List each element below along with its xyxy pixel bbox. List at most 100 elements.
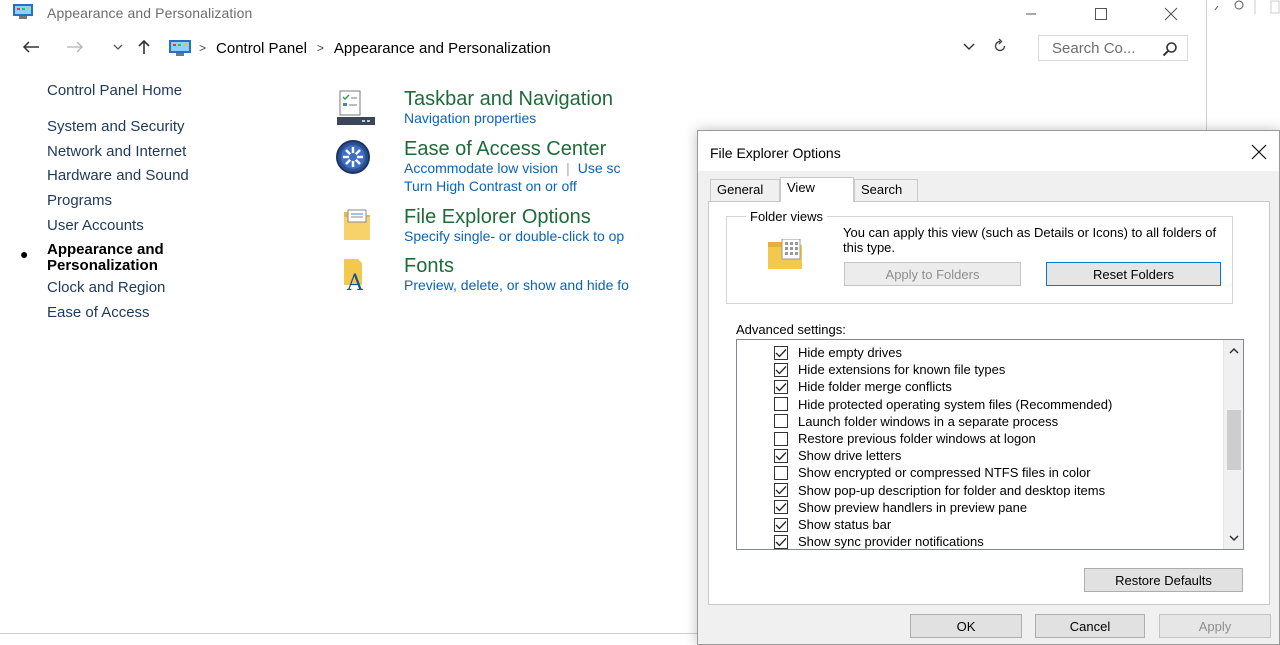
title-bar[interactable]: Appearance and Personalization xyxy=(0,0,1206,28)
advanced-setting-label: Launch folder windows in a separate proc… xyxy=(798,413,1059,429)
breadcrumb-control-panel[interactable]: Control Panel xyxy=(216,40,307,57)
nav-system-and-security[interactable]: System and Security xyxy=(47,118,185,135)
breadcrumb-separator-icon[interactable]: > xyxy=(317,41,324,55)
scroll-thumb[interactable] xyxy=(1227,410,1241,470)
nav-ease-of-access[interactable]: Ease of Access xyxy=(47,304,150,321)
nav-user-accounts[interactable]: User Accounts xyxy=(47,217,144,234)
search-input[interactable]: Search Co... xyxy=(1038,35,1188,61)
dialog-title: File Explorer Options xyxy=(710,145,841,161)
list-scrollbar[interactable] xyxy=(1223,340,1243,549)
link-single-double-click[interactable]: Specify single- or double-click to op xyxy=(404,228,624,244)
checkbox-unchecked-icon[interactable] xyxy=(774,431,788,446)
advanced-setting-label: Hide protected operating system files (R… xyxy=(798,396,1113,412)
link-accommodate-low-vision[interactable]: Accommodate low vision xyxy=(404,160,558,176)
advanced-setting-label: Show encrypted or compressed NTFS files … xyxy=(798,465,1091,481)
advanced-setting-row[interactable]: Show encrypted or compressed NTFS files … xyxy=(774,464,1091,481)
breadcrumb-separator-icon: > xyxy=(199,41,207,55)
up-button[interactable] xyxy=(133,36,155,58)
advanced-setting-row[interactable]: Hide protected operating system files (R… xyxy=(774,396,1112,413)
close-button[interactable] xyxy=(1148,0,1194,28)
checkbox-unchecked-icon[interactable] xyxy=(774,465,788,480)
maximize-button[interactable] xyxy=(1078,0,1124,28)
advanced-setting-label: Hide empty drives xyxy=(798,345,903,360)
checkbox-checked-icon[interactable] xyxy=(774,500,788,515)
checkmark-icon xyxy=(775,503,787,512)
refresh-icon[interactable] xyxy=(992,38,1008,54)
advanced-setting-row[interactable]: Hide empty drives xyxy=(774,344,902,361)
checkbox-unchecked-icon[interactable] xyxy=(774,414,788,429)
checkbox-checked-icon[interactable] xyxy=(774,448,788,463)
tab-general[interactable]: General xyxy=(710,179,780,201)
tab-view[interactable]: View xyxy=(780,177,854,202)
advanced-setting-row[interactable]: Show pop-up description for folder and d… xyxy=(774,482,1105,499)
category-title-fonts[interactable]: Fonts xyxy=(404,255,454,278)
tab-search[interactable]: Search xyxy=(854,179,918,201)
recent-locations-button[interactable] xyxy=(107,36,129,58)
checkmark-icon xyxy=(775,382,787,392)
link-high-contrast[interactable]: Turn High Contrast on or off xyxy=(404,178,577,194)
checkmark-icon xyxy=(775,537,787,547)
checkbox-checked-icon[interactable] xyxy=(774,362,788,377)
nav-hardware-and-sound[interactable]: Hardware and Sound xyxy=(47,167,189,184)
apply-to-folders-button[interactable]: Apply to Folders xyxy=(844,262,1021,286)
link-navigation-properties[interactable]: Navigation properties xyxy=(404,110,536,126)
advanced-setting-row[interactable]: Show sync provider notifications xyxy=(774,533,984,550)
advanced-setting-label: Show drive letters xyxy=(798,448,902,464)
advanced-settings-list[interactable]: Hide empty drives Hide extensions for kno… xyxy=(736,339,1244,550)
checkbox-checked-icon[interactable] xyxy=(774,345,788,360)
nav-appearance-line1: Appearance and xyxy=(47,241,164,258)
control-panel-icon xyxy=(13,4,33,19)
restore-defaults-button[interactable]: Restore Defaults xyxy=(1084,568,1243,592)
checkbox-unchecked-icon[interactable] xyxy=(774,397,788,412)
link-use-screen[interactable]: Use sc xyxy=(578,160,621,176)
address-bar[interactable]: > Control Panel > Appearance and Persona… xyxy=(160,35,1024,61)
maximize-icon xyxy=(1095,8,1107,20)
file-explorer-options-dialog: File Explorer Options General View Searc… xyxy=(697,130,1280,645)
nav-control-panel-home[interactable]: Control Panel Home xyxy=(47,82,182,99)
apply-button[interactable]: Apply xyxy=(1159,614,1271,638)
nav-network-and-internet[interactable]: Network and Internet xyxy=(47,143,186,160)
nav-appearance-line2: Personalization xyxy=(47,257,158,274)
control-panel-icon xyxy=(169,40,191,56)
minimize-button[interactable] xyxy=(1008,0,1054,28)
checkbox-checked-icon[interactable] xyxy=(774,534,788,549)
close-icon[interactable] xyxy=(1251,144,1267,160)
checkbox-checked-icon[interactable] xyxy=(774,379,788,394)
scroll-down-arrow-icon[interactable] xyxy=(1229,535,1239,542)
scroll-up-arrow-icon[interactable] xyxy=(1229,347,1239,354)
link-preview-fonts[interactable]: Preview, delete, or show and hide fo xyxy=(404,277,629,293)
checkmark-icon xyxy=(775,451,787,461)
checkbox-checked-icon[interactable] xyxy=(774,483,788,498)
nav-programs[interactable]: Programs xyxy=(47,192,112,209)
advanced-setting-row[interactable]: Hide extensions for known file types xyxy=(774,361,1005,378)
advanced-setting-row[interactable]: Launch folder windows in a separate proc… xyxy=(774,413,1058,430)
category-title-taskbar[interactable]: Taskbar and Navigation xyxy=(404,88,613,111)
category-title-ease-of-access[interactable]: Ease of Access Center xyxy=(404,138,606,161)
forward-button[interactable] xyxy=(64,36,86,58)
checkbox-checked-icon[interactable] xyxy=(774,517,788,532)
dialog-title-bar[interactable]: File Explorer Options xyxy=(698,131,1279,171)
advanced-setting-label: Show sync provider notifications xyxy=(798,534,984,550)
folder-views-description: You can apply this view (such as Details… xyxy=(843,225,1217,255)
fonts-icon: A xyxy=(344,259,364,295)
ease-of-access-icon xyxy=(336,140,370,174)
reset-folders-button[interactable]: Reset Folders xyxy=(1046,262,1221,286)
category-title-file-explorer-options[interactable]: File Explorer Options xyxy=(404,206,591,229)
ok-button[interactable]: OK xyxy=(910,614,1022,638)
chevron-down-icon xyxy=(113,44,123,50)
ease-of-access-links-row: Accommodate low vision | Use sc xyxy=(404,160,621,176)
back-button[interactable] xyxy=(20,36,42,58)
advanced-setting-row[interactable]: Show status bar xyxy=(774,516,891,533)
nav-clock-and-region[interactable]: Clock and Region xyxy=(47,279,165,296)
advanced-setting-label: Restore previous folder windows at logon xyxy=(798,431,1036,446)
advanced-setting-row[interactable]: Hide folder merge conflicts xyxy=(774,378,952,395)
checkmark-icon xyxy=(775,365,787,375)
advanced-setting-row[interactable]: Show preview handlers in preview pane xyxy=(774,499,1027,516)
advanced-setting-row[interactable]: Restore previous folder windows at logon xyxy=(774,430,1036,447)
breadcrumb-appearance[interactable]: Appearance and Personalization xyxy=(334,40,551,57)
advanced-setting-row[interactable]: Show drive letters xyxy=(774,447,901,464)
advanced-setting-label: Show preview handlers in preview pane xyxy=(798,499,1028,515)
cancel-button[interactable]: Cancel xyxy=(1035,614,1145,638)
up-arrow-icon xyxy=(138,39,150,54)
address-dropdown-icon[interactable] xyxy=(962,42,976,52)
